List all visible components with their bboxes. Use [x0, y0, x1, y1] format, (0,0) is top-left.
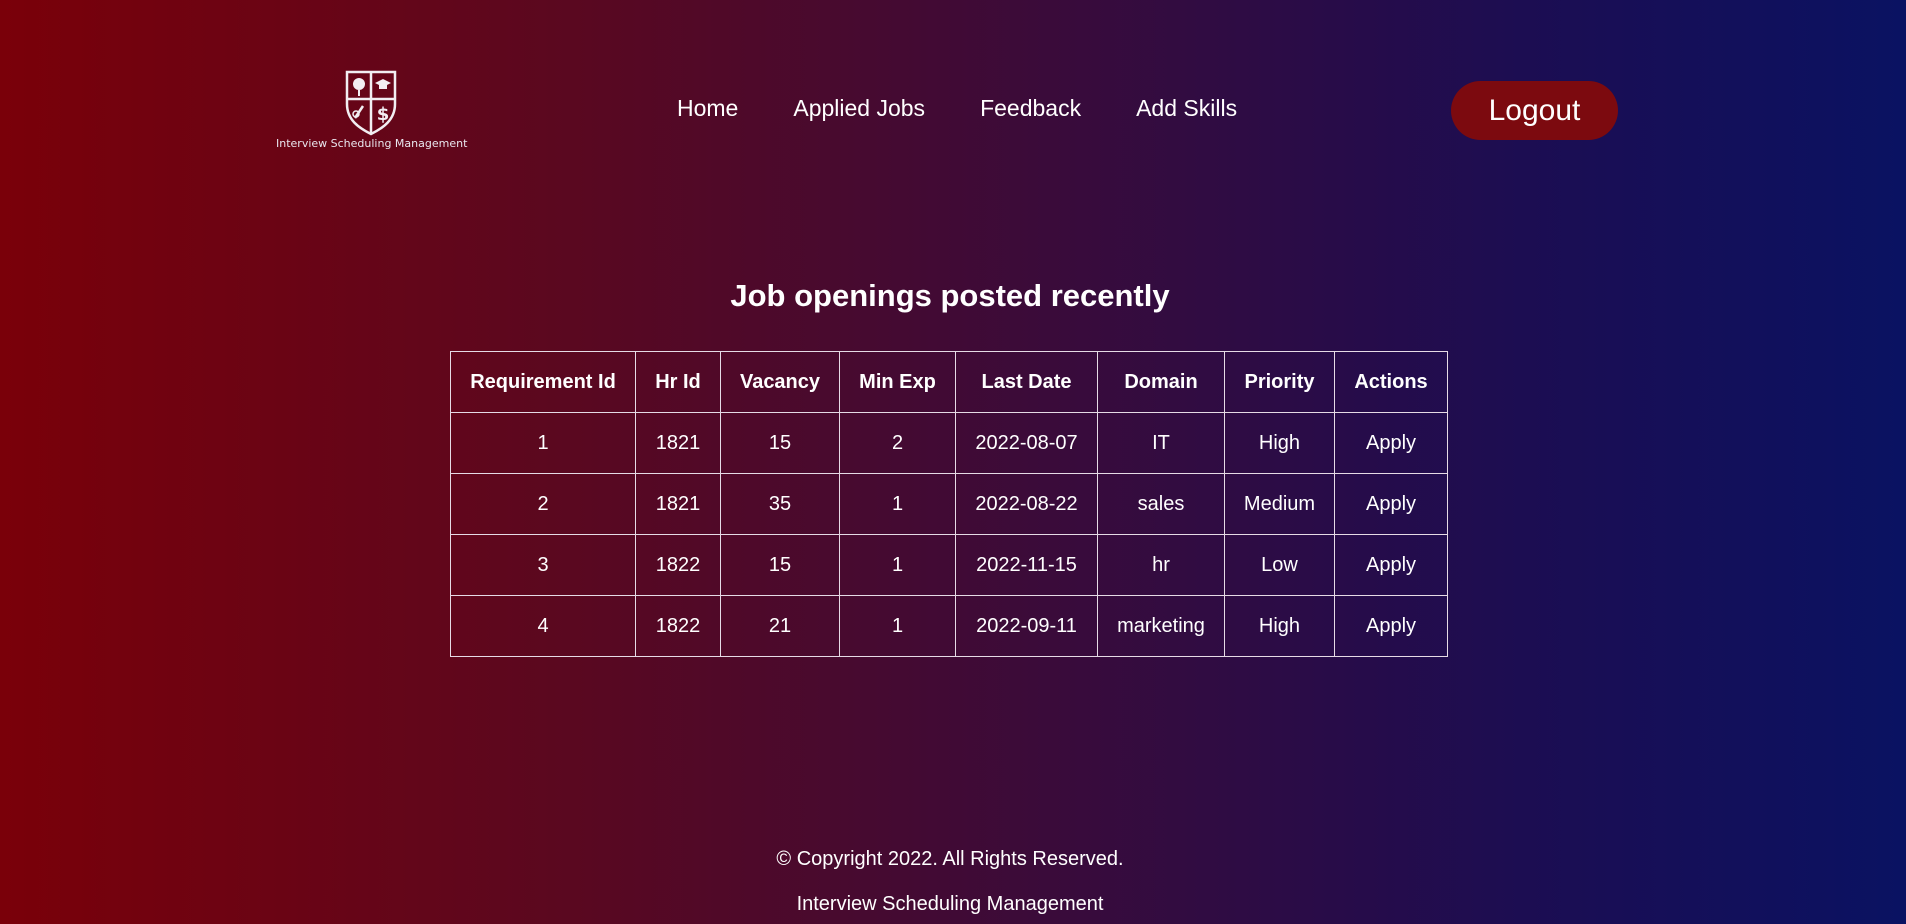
priority-cell: Low	[1224, 534, 1335, 596]
column-header-last-date: Last Date	[955, 351, 1098, 413]
priority-cell: High	[1224, 595, 1335, 657]
vacancy-cell: 15	[720, 412, 840, 474]
nav-add-skills-link[interactable]: Add Skills	[1136, 95, 1237, 122]
hr-id-cell: 1822	[635, 595, 721, 657]
column-header-actions: Actions	[1334, 351, 1448, 413]
apply-link[interactable]: Apply	[1366, 432, 1416, 454]
logout-button[interactable]: Logout	[1451, 81, 1618, 140]
copyright-text: © Copyright 2022. All Rights Reserved.	[776, 848, 1124, 870]
requirement-id-cell: 1	[450, 412, 636, 474]
table-header-row: Requirement Id Hr Id Vacancy Min Exp Las…	[450, 351, 1448, 413]
vacancy-cell: 21	[720, 595, 840, 657]
hr-id-cell: 1821	[635, 473, 721, 535]
priority-cell: Medium	[1224, 473, 1335, 535]
table-row: 2 1821 35 1 2022-08-22 sales Medium Appl…	[450, 473, 1448, 535]
svg-text:$: $	[377, 104, 390, 125]
requirement-id-cell: 3	[450, 534, 636, 596]
page-title: Job openings posted recently	[730, 278, 1170, 313]
last-date-cell: 2022-11-15	[955, 534, 1098, 596]
footer: © Copyright 2022. All Rights Reserved. I…	[0, 848, 1900, 916]
requirement-id-cell: 4	[450, 595, 636, 657]
apply-link[interactable]: Apply	[1366, 493, 1416, 515]
column-header-min-exp: Min Exp	[839, 351, 956, 413]
priority-cell: High	[1224, 412, 1335, 474]
footer-app-name: Interview Scheduling Management	[796, 893, 1104, 915]
job-openings-table: Requirement Id Hr Id Vacancy Min Exp Las…	[450, 351, 1448, 657]
min-exp-cell: 1	[839, 473, 956, 535]
actions-cell: Apply	[1334, 534, 1448, 596]
table-row: 1 1821 15 2 2022-08-07 IT High Apply	[450, 412, 1448, 474]
shield-crest-icon: $	[345, 70, 397, 136]
vacancy-cell: 15	[720, 534, 840, 596]
logo-text: Interview Scheduling Management	[276, 137, 468, 150]
actions-cell: Apply	[1334, 412, 1448, 474]
hr-id-cell: 1822	[635, 534, 721, 596]
main-nav: Home Applied Jobs Feedback Add Skills	[677, 95, 1237, 122]
nav-feedback-link[interactable]: Feedback	[980, 95, 1081, 122]
column-header-hr-id: Hr Id	[635, 351, 721, 413]
column-header-requirement-id: Requirement Id	[450, 351, 636, 413]
nav-home-link[interactable]: Home	[677, 95, 738, 122]
table-row: 3 1822 15 1 2022-11-15 hr Low Apply	[450, 534, 1448, 596]
domain-cell: sales	[1097, 473, 1225, 535]
actions-cell: Apply	[1334, 473, 1448, 535]
column-header-domain: Domain	[1097, 351, 1225, 413]
last-date-cell: 2022-09-11	[955, 595, 1098, 657]
last-date-cell: 2022-08-07	[955, 412, 1098, 474]
domain-cell: marketing	[1097, 595, 1225, 657]
domain-cell: IT	[1097, 412, 1225, 474]
apply-link[interactable]: Apply	[1366, 615, 1416, 637]
vacancy-cell: 35	[720, 473, 840, 535]
nav-applied-jobs-link[interactable]: Applied Jobs	[793, 95, 925, 122]
header: $ Interview Scheduling Management Home A…	[0, 0, 1906, 160]
domain-cell: hr	[1097, 534, 1225, 596]
hr-id-cell: 1821	[635, 412, 721, 474]
column-header-priority: Priority	[1224, 351, 1335, 413]
requirement-id-cell: 2	[450, 473, 636, 535]
last-date-cell: 2022-08-22	[955, 473, 1098, 535]
min-exp-cell: 1	[839, 534, 956, 596]
logo[interactable]: $ Interview Scheduling Management	[276, 68, 468, 154]
min-exp-cell: 1	[839, 595, 956, 657]
min-exp-cell: 2	[839, 412, 956, 474]
actions-cell: Apply	[1334, 595, 1448, 657]
apply-link[interactable]: Apply	[1366, 554, 1416, 576]
column-header-vacancy: Vacancy	[720, 351, 840, 413]
table-row: 4 1822 21 1 2022-09-11 marketing High Ap…	[450, 595, 1448, 657]
